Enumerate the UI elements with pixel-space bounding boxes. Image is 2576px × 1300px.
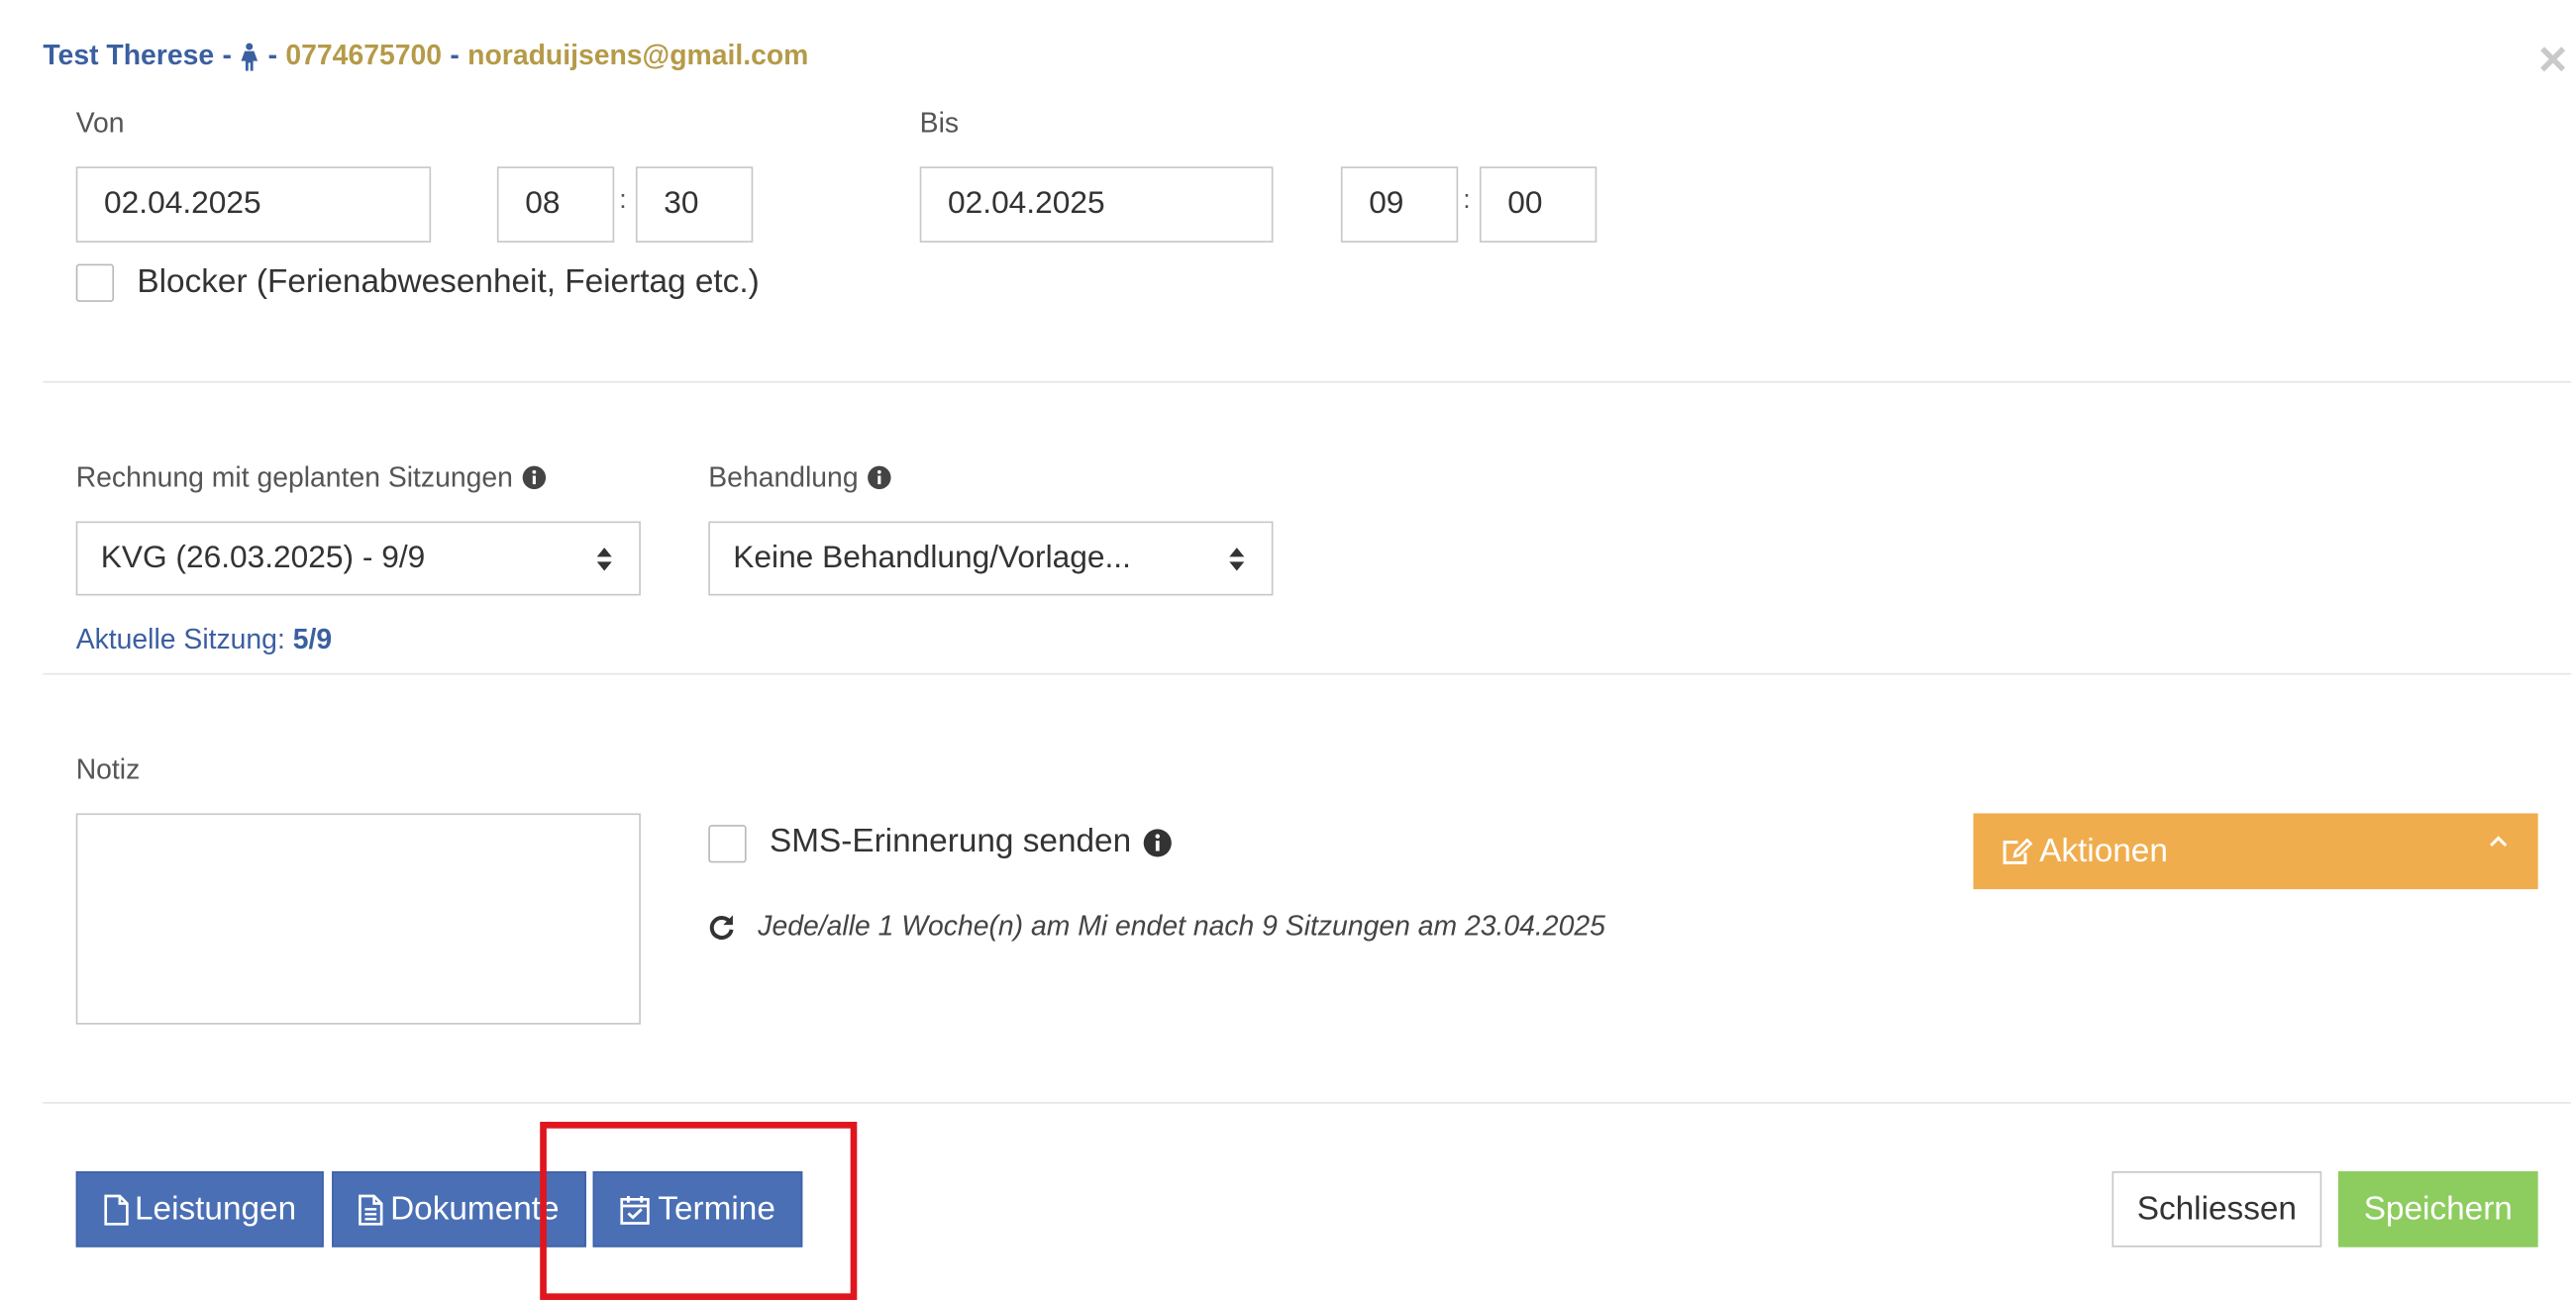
from-label: Von (75, 107, 125, 139)
note-label: Notiz (75, 753, 141, 786)
divider (43, 1102, 2571, 1104)
actions-label: Aktionen (2039, 832, 2168, 869)
from-minute-input[interactable]: 30 (635, 166, 754, 243)
sms-reminder: SMS-Erinnerung senden (770, 823, 1173, 860)
patient-header: Test Therese - - 0774675700 - noraduijse… (43, 40, 808, 72)
divider (43, 672, 2571, 675)
time-colon: : (619, 186, 627, 215)
current-session-label: Aktuelle Sitzung: (75, 623, 285, 655)
header-separator: - (267, 39, 278, 71)
edit-icon (2003, 837, 2033, 864)
divider (43, 380, 2571, 383)
appointment-dialog: Test Therese - - 0774675700 - noraduijse… (0, 0, 2576, 1300)
invoice-label-text: Rechnung mit geplanten Sitzungen (75, 461, 513, 494)
header-separator: - (450, 39, 460, 71)
patient-name[interactable]: Test Therese (43, 40, 214, 72)
patient-phone[interactable]: 0774675700 (285, 40, 442, 72)
to-minute-input[interactable]: 00 (1479, 166, 1597, 243)
highlight-annotation (540, 1122, 858, 1300)
treatment-label-text: Behandlung (708, 461, 859, 494)
blocker-checkbox[interactable] (75, 263, 115, 302)
speichern-button[interactable]: Speichern (2337, 1171, 2538, 1248)
invoice-selected-value: KVG (26.03.2025) - 9/9 (100, 540, 426, 575)
dokumente-label: Dokumente (390, 1190, 560, 1227)
sms-reminder-checkbox[interactable] (708, 825, 747, 863)
to-date-input[interactable]: 02.04.2025 (919, 166, 1274, 243)
invoice-label: Rechnung mit geplanten Sitzungen (76, 462, 547, 495)
file-icon (103, 1193, 128, 1225)
leistungen-button[interactable]: Leistungen (75, 1171, 324, 1248)
patient-email[interactable]: noraduijsens@gmail.com (467, 40, 808, 72)
treatment-label: Behandlung (708, 462, 891, 495)
time-colon: : (1463, 186, 1471, 215)
info-icon[interactable] (521, 465, 546, 490)
sms-reminder-label: SMS-Erinnerung senden (769, 823, 1132, 860)
current-session: Aktuelle Sitzung: 5/9 (76, 624, 332, 656)
recurrence-text: Jede/alle 1 Woche(n) am Mi endet nach 9 … (758, 910, 1605, 943)
note-textarea[interactable] (75, 813, 641, 1025)
leistungen-label: Leistungen (134, 1190, 297, 1227)
refresh-icon (709, 915, 734, 940)
info-icon[interactable] (867, 465, 891, 490)
recurrence-info: Jede/alle 1 Woche(n) am Mi endet nach 9 … (708, 911, 1605, 944)
from-date-input[interactable]: 02.04.2025 (75, 166, 432, 243)
from-hour-input[interactable]: 08 (496, 166, 615, 243)
sort-arrows-icon (596, 548, 612, 571)
sort-arrows-icon (1229, 548, 1245, 571)
to-label: Bis (919, 107, 960, 139)
schliessen-button[interactable]: Schliessen (2112, 1171, 2322, 1248)
file-text-icon (359, 1193, 384, 1225)
info-icon[interactable] (1143, 828, 1173, 857)
close-icon[interactable]: × (2531, 36, 2574, 85)
treatment-selected-value: Keine Behandlung/Vorlage... (733, 540, 1131, 575)
female-person-icon (241, 42, 258, 70)
blocker-label: Blocker (Ferienabwesenheit, Feiertag etc… (137, 263, 760, 301)
actions-button[interactable]: Aktionen (1973, 813, 2538, 890)
chevron-up-icon (2490, 836, 2508, 847)
to-hour-input[interactable]: 09 (1340, 166, 1459, 243)
header-separator: - (222, 39, 232, 71)
invoice-select[interactable]: KVG (26.03.2025) - 9/9 (75, 521, 641, 596)
treatment-select[interactable]: Keine Behandlung/Vorlage... (708, 521, 1274, 596)
current-session-value: 5/9 (292, 623, 333, 655)
